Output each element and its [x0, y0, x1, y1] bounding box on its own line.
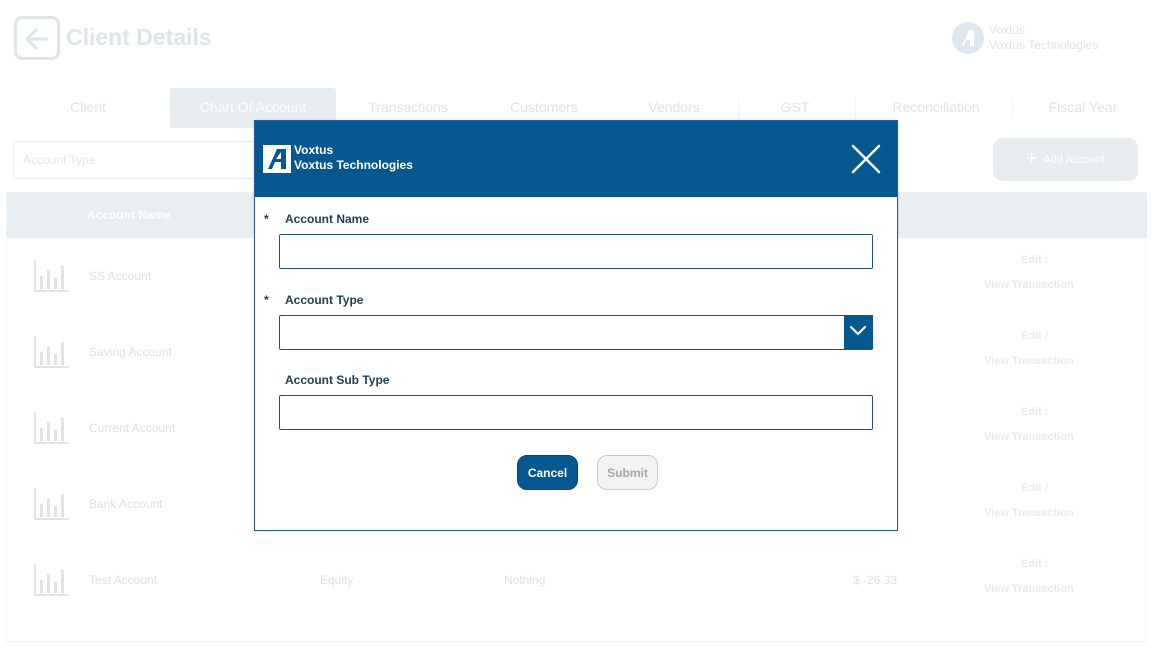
account-name-cell: Saving Account — [89, 345, 172, 359]
add-account-label: Add Account — [1043, 153, 1106, 166]
edit-link[interactable]: Edit / — [1021, 406, 1048, 418]
brand-logo-icon — [952, 22, 984, 54]
submit-button[interactable]: Submit — [597, 455, 658, 490]
brand-company: Voxtus Technologies — [989, 38, 1099, 52]
account-name-input[interactable] — [279, 234, 873, 269]
bar-chart-icon — [34, 336, 69, 368]
view-transaction-link[interactable]: View Transaction — [984, 279, 1074, 291]
tab-client[interactable]: Client — [28, 88, 148, 128]
modal-brand-name: Voxtus — [294, 143, 334, 157]
account-type-filter[interactable]: Account Type — [13, 141, 263, 179]
tab-divider — [738, 98, 739, 118]
account-sub-type-cell: Nothing — [504, 573, 546, 587]
edit-link[interactable]: Edit / — [1021, 482, 1048, 494]
account-name-label: Account Name — [285, 212, 370, 226]
bar-chart-icon — [34, 412, 69, 444]
edit-link[interactable]: Edit / — [1021, 254, 1048, 266]
page-title: Client Details — [66, 24, 212, 50]
brand-name: Voxtus — [989, 23, 1026, 37]
modal-brand-company: Voxtus Technologies — [294, 158, 413, 172]
edit-link[interactable]: Edit / — [1021, 558, 1048, 570]
tab-fiscal-year[interactable]: Fiscal Year — [1025, 88, 1141, 128]
account-name-cell: Bank Account — [89, 497, 163, 511]
bar-chart-icon — [34, 488, 69, 520]
plus-icon: + — [1025, 148, 1038, 170]
close-icon — [851, 144, 881, 174]
account-sub-type-input[interactable] — [279, 395, 873, 430]
view-transaction-link[interactable]: View Transaction — [984, 507, 1074, 519]
modal-header: Voxtus Voxtus Technologies — [255, 121, 897, 197]
arrow-left-icon — [25, 28, 49, 50]
table-row: Test Account Equity Nothing $ -26.33 Edi… — [7, 542, 1147, 618]
column-header-account-name: Account Name — [87, 208, 172, 222]
close-button[interactable] — [850, 143, 882, 175]
cancel-button[interactable]: Cancel — [517, 455, 578, 490]
account-name-cell: SS Account — [89, 269, 152, 283]
add-account-modal: Voxtus Voxtus Technologies * Account Nam… — [254, 120, 898, 531]
view-transaction-link[interactable]: View Transaction — [984, 355, 1074, 367]
dropdown-toggle[interactable] — [844, 315, 873, 349]
required-marker: * — [264, 293, 269, 307]
account-type-select[interactable] — [279, 315, 873, 350]
required-marker: * — [264, 212, 269, 226]
view-transaction-link[interactable]: View Transaction — [984, 431, 1074, 443]
tab-divider — [855, 98, 856, 118]
account-sub-type-label: Account Sub Type — [285, 373, 390, 387]
brand-header: Voxtus Voxtus Technologies — [952, 22, 1098, 54]
account-name-cell: Test Account — [89, 573, 158, 587]
account-type-label: Account Type — [285, 293, 364, 307]
account-name-cell: Current Account — [89, 421, 176, 435]
account-type-cell: Equity — [320, 573, 354, 587]
tab-divider — [1012, 98, 1013, 118]
bar-chart-icon — [34, 260, 69, 292]
modal-brand: Voxtus Voxtus Technologies — [294, 143, 413, 173]
bar-chart-icon — [34, 564, 69, 596]
balance-cell: $ -26.33 — [853, 573, 898, 587]
add-account-button[interactable]: + Add Account — [993, 138, 1138, 181]
back-button[interactable] — [14, 16, 60, 60]
voxtus-logo-icon — [263, 145, 291, 173]
view-transaction-link[interactable]: View Transaction — [984, 583, 1074, 595]
chevron-down-icon — [849, 325, 867, 336]
edit-link[interactable]: Edit / — [1021, 330, 1048, 342]
